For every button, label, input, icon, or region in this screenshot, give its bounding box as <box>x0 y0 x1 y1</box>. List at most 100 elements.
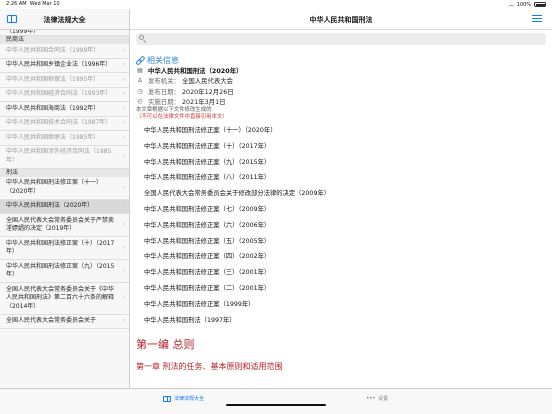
list-item[interactable]: 中华人民共和国刑法修正案（十一）（2020年） › <box>0 177 129 200</box>
list-item-label: 中华人民共和国技术合同法（1987年） <box>6 119 112 126</box>
related-doc-link[interactable]: 中华人民共和国刑法修正案（五）（2005年） <box>136 234 546 250</box>
chevron-right-icon: › <box>122 119 125 127</box>
list-item[interactable]: 中华人民共和国刑法修正案（十）（2017年） › <box>0 237 129 260</box>
related-doc-link[interactable]: 中华人民共和国刑法修正案（十）（2017年） <box>136 139 546 155</box>
source-note: 本文章根据以下文件修改生成的 <box>136 107 212 113</box>
issuer-value: 全国人民代表大会 <box>181 77 234 86</box>
list-item-label: 全国人民代表大会常务委员会关于严禁卖淫嫖娼的决定（2019年） <box>6 216 115 233</box>
related-doc-link[interactable]: 中华人民共和国刑法修正案（四）（2002年） <box>136 249 546 265</box>
chapter-heading: 第一章 刑法的任务、基本原则和适用范围 <box>136 362 283 372</box>
page-title: 中华人民共和国刑法 <box>309 16 373 24</box>
issuer-row: ♙ 发布机关： 全国人民代表大会 <box>136 76 546 87</box>
chevron-right-icon: › <box>122 75 125 83</box>
status-bar: 2:26 AM Wed Mar 10 ︵ 100% <box>0 0 552 9</box>
eff-date-label: 实施日期： <box>148 98 180 107</box>
section-header: 民商法 <box>0 36 129 44</box>
list-item-label: 中华人民共和国担保法（1995年） <box>6 75 100 83</box>
tab-law-collection[interactable]: 法律法规大全 <box>163 395 204 402</box>
related-doc-link[interactable]: 中华人民共和国刑法修正案（十一）（2020年） <box>136 123 546 139</box>
pub-date-row: ◷ 发布日期： 2020年12月26日 <box>136 86 546 97</box>
sidebar-header: 法律法规大全 <box>0 9 129 30</box>
eff-date-value: 2021年3月1日 <box>181 98 226 107</box>
list-item-label: 中华人民共和国继承法（1985年） <box>6 133 100 141</box>
section-header: 刑法 <box>0 168 129 177</box>
pub-date-label: 发布日期： <box>148 87 180 96</box>
chevron-right-icon: › <box>122 317 125 325</box>
related-info-label: 相关信息 <box>147 55 179 65</box>
chevron-right-icon: › <box>122 46 125 54</box>
chevron-right-icon: › <box>122 267 125 274</box>
related-doc-link[interactable]: 中华人民共和国刑法修正案（六）（2006年） <box>136 218 546 234</box>
status-time: 2:26 AM Wed Mar 10 <box>6 1 60 7</box>
sidebar: 法律法规大全 （1999年） 民商法 中华人民共和国合同法（1999年） › 中华人民共… <box>0 9 130 388</box>
list-item[interactable]: 全国人民代表大会常务委员会关于《中华人民共和国刑法》第二百六十六条的解释（201… <box>0 283 129 315</box>
eff-date-row: ◴ 实施日期： 2021年3月1日 <box>136 97 546 108</box>
document-icon: ▤ <box>137 66 143 74</box>
list-item-label: 全国人民代表大会常务委员会关于 <box>6 317 97 324</box>
clock-icon: ◴ <box>137 98 143 106</box>
related-doc-link[interactable]: 中华人民共和国刑法修正案（七）（2009年） <box>136 202 546 218</box>
list-item-label: 中华人民共和国刑法修正案（九）（2015年） <box>6 262 115 279</box>
list-item[interactable]: 中华人民共和国乡镇企业法（1996年） › <box>0 59 129 73</box>
list-item-selected[interactable]: 中华人民共和国刑法（2020年） › <box>0 199 129 214</box>
tab-settings-label: 设置 <box>378 396 389 402</box>
list-item[interactable]: 全国人民代表大会常务委员会关于 › <box>0 315 129 329</box>
tab-settings[interactable]: ••• 设置 <box>366 395 388 402</box>
list-item-label: 全国人民代表大会常务委员会关于《中华人民共和国刑法》第二百六十六条的解释（201… <box>6 285 115 310</box>
link-icon <box>136 57 143 64</box>
list-item-label: 中华人民共和国刑法（2020年） <box>6 202 94 209</box>
related-doc-link[interactable]: 中华人民共和国刑法修正案（1999年） <box>136 297 546 313</box>
list-item[interactable]: 中华人民共和国涉外经济合同法（1985年） › <box>0 146 129 169</box>
list-item[interactable]: （1999年） <box>0 30 129 36</box>
list-item-label: 中华人民共和国涉外经济合同法（1985年） <box>6 148 112 164</box>
chevron-right-icon: › <box>122 183 125 191</box>
related-info-heading[interactable]: 相关信息 <box>136 55 546 65</box>
related-doc-link[interactable]: 中华人民共和国刑法修正案（二）（2001年） <box>136 281 546 297</box>
list-item-label: （1999年） <box>6 30 40 35</box>
chevron-right-icon: › <box>122 61 125 69</box>
law-name-row: ▤ 中华人民共和国刑法（2020年） <box>136 65 546 76</box>
search-input[interactable] <box>136 33 546 45</box>
tab-law-label: 法律法规大全 <box>174 396 205 402</box>
list-item-label: 中华人民共和国经济合同法（1993年） <box>6 90 112 97</box>
person-icon: ♙ <box>137 77 143 85</box>
list-item[interactable]: 中华人民共和国海商法（1992年） › <box>0 102 129 117</box>
list-item[interactable]: 中华人民共和国继承法（1985年） › <box>0 131 129 146</box>
home-indicator <box>226 404 326 406</box>
law-name: 中华人民共和国刑法（2020年） <box>148 66 243 75</box>
chevron-right-icon: › <box>122 90 125 98</box>
list-item-label: 中华人民共和国海商法（1992年） <box>6 104 100 112</box>
chevron-right-icon: › <box>122 104 125 112</box>
search-icon <box>139 35 144 40</box>
pub-date-value: 2020年12月26日 <box>181 87 234 96</box>
list-item-label: 中华人民共和国乡镇企业法（1996年） <box>6 61 112 68</box>
related-docs-list: 中华人民共和国刑法修正案（十一）（2020年） 中华人民共和国刑法修正案（十）（2… <box>136 123 546 328</box>
menu-icon[interactable] <box>532 15 542 22</box>
book-icon <box>163 395 171 402</box>
related-doc-link[interactable]: 全国人民代表大会常务委员会关于修改部分法律的决定（2009年） <box>136 186 546 202</box>
issuer-label: 发布机关： <box>148 77 180 86</box>
list-item[interactable]: 中华人民共和国合同法（1999年） › <box>0 44 129 59</box>
list-item-label: 中华人民共和国刑法修正案（十）（2017年） <box>6 239 115 256</box>
battery-percent: 100% <box>516 1 531 8</box>
main-panel: 中华人民共和国刑法 相关信息 ▤ 中华人民共和国刑法（2020年） ♙ 发布机关… <box>130 9 552 388</box>
list-item[interactable]: 中华人民共和国刑法修正案（九）（2015年） › <box>0 260 129 283</box>
related-doc-link[interactable]: 中华人民共和国刑法修正案（三）（2001年） <box>136 265 546 281</box>
related-doc-link[interactable]: 中华人民共和国刑法（1997年） <box>136 313 546 329</box>
list-item[interactable]: 中华人民共和国担保法（1995年） › <box>0 73 129 88</box>
chevron-right-icon: › <box>122 244 125 251</box>
wifi-icon: ︵ <box>508 2 514 8</box>
list-item[interactable]: 全国人民代表大会常务委员会关于严禁卖淫嫖娼的决定（2019年） › <box>0 214 129 237</box>
sidebar-title: 法律法规大全 <box>43 16 86 24</box>
list-item[interactable]: 中华人民共和国技术合同法（1987年） › <box>0 117 129 131</box>
list-item-label: 中华人民共和国合同法（1999年） <box>6 46 100 54</box>
chevron-right-icon: › <box>122 202 125 210</box>
list-item-label: 中华人民共和国刑法修正案（十一）（2020年） <box>6 179 103 195</box>
list-item[interactable]: 中华人民共和国经济合同法（1993年） › <box>0 88 129 102</box>
battery-icon <box>534 2 546 7</box>
chevron-right-icon: › <box>122 133 125 141</box>
calendar-icon: ◷ <box>137 87 143 95</box>
chevron-right-icon: › <box>122 221 125 228</box>
related-doc-link[interactable]: 中华人民共和国刑法修正案（八）（2011年） <box>136 170 546 186</box>
related-doc-link[interactable]: 中华人民共和国刑法修正案（九）（2015年） <box>136 155 546 171</box>
